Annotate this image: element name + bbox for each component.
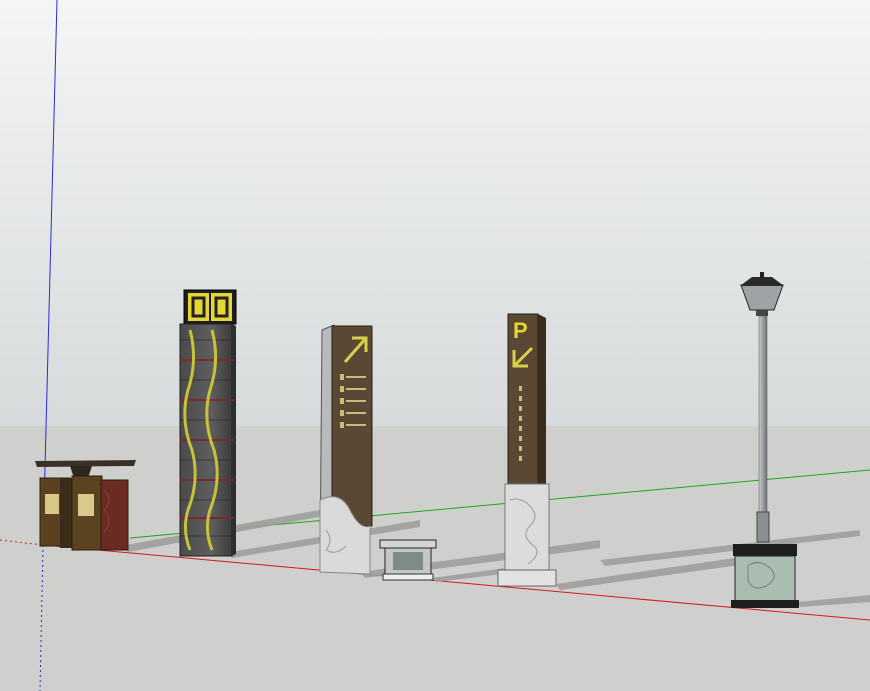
planter-icon[interactable] (379, 539, 437, 581)
ornamental-pillar-icon[interactable] (179, 289, 237, 557)
parking-letter: P (513, 318, 528, 343)
sketchup-viewport[interactable]: P (0, 0, 870, 691)
model-canvas[interactable]: P (0, 0, 870, 691)
sky (0, 0, 870, 428)
directory-sign-icon[interactable] (319, 324, 373, 575)
